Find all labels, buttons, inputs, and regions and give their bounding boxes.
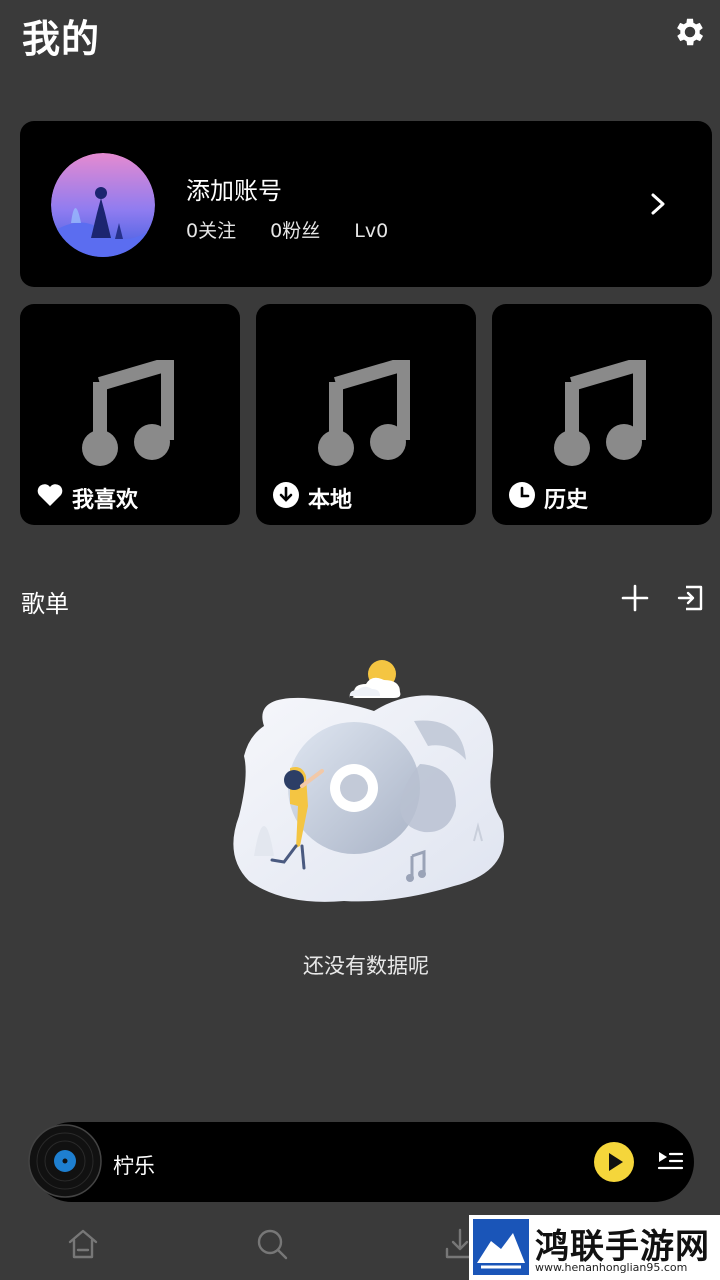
search-icon[interactable] (255, 1227, 289, 1261)
tile-favorites[interactable]: 我喜欢 (20, 304, 240, 525)
add-icon[interactable] (620, 583, 650, 613)
gear-icon[interactable] (672, 14, 708, 50)
empty-state-illustration (233, 660, 504, 902)
playlist-icon[interactable] (655, 1146, 685, 1176)
profile-card[interactable]: 添加账号 0关注 0粉丝 Lv0 (20, 121, 712, 287)
song-title: 柠乐 (113, 1154, 155, 1178)
tile-local[interactable]: 本地 (256, 304, 476, 525)
play-icon[interactable] (593, 1141, 635, 1183)
music-note-icon (554, 360, 646, 466)
level-badge: Lv0 (354, 220, 389, 242)
page-title: 我的 (22, 17, 101, 61)
watermark-url: www.henanhonglian95.com (535, 1261, 688, 1274)
home-icon[interactable] (66, 1227, 100, 1261)
music-note-icon (82, 360, 174, 466)
watermark: 鸿联手游网 www.henanhonglian95.com (469, 1215, 720, 1280)
tile-label: 本地 (308, 488, 353, 513)
chevron-right-icon[interactable] (645, 189, 673, 219)
clock-icon (509, 482, 535, 508)
section-title: 歌单 (21, 590, 69, 618)
tile-label: 我喜欢 (72, 488, 139, 513)
import-icon[interactable] (676, 583, 706, 613)
following-count[interactable]: 0关注 (186, 220, 236, 242)
account-name: 添加账号 (186, 177, 282, 205)
profile-stats: 0关注 0粉丝 Lv0 (186, 216, 416, 243)
empty-text: 还没有数据呢 (303, 954, 429, 978)
download-icon (273, 482, 299, 508)
vinyl-disc-icon[interactable] (28, 1124, 102, 1198)
watermark-logo-icon (473, 1219, 529, 1275)
avatar[interactable] (51, 153, 155, 257)
tile-history[interactable]: 历史 (492, 304, 712, 525)
heart-icon (37, 484, 63, 506)
tile-label: 历史 (544, 488, 589, 513)
header: 我的 (0, 0, 720, 64)
fans-count[interactable]: 0粉丝 (270, 220, 320, 242)
music-note-icon (318, 360, 410, 466)
